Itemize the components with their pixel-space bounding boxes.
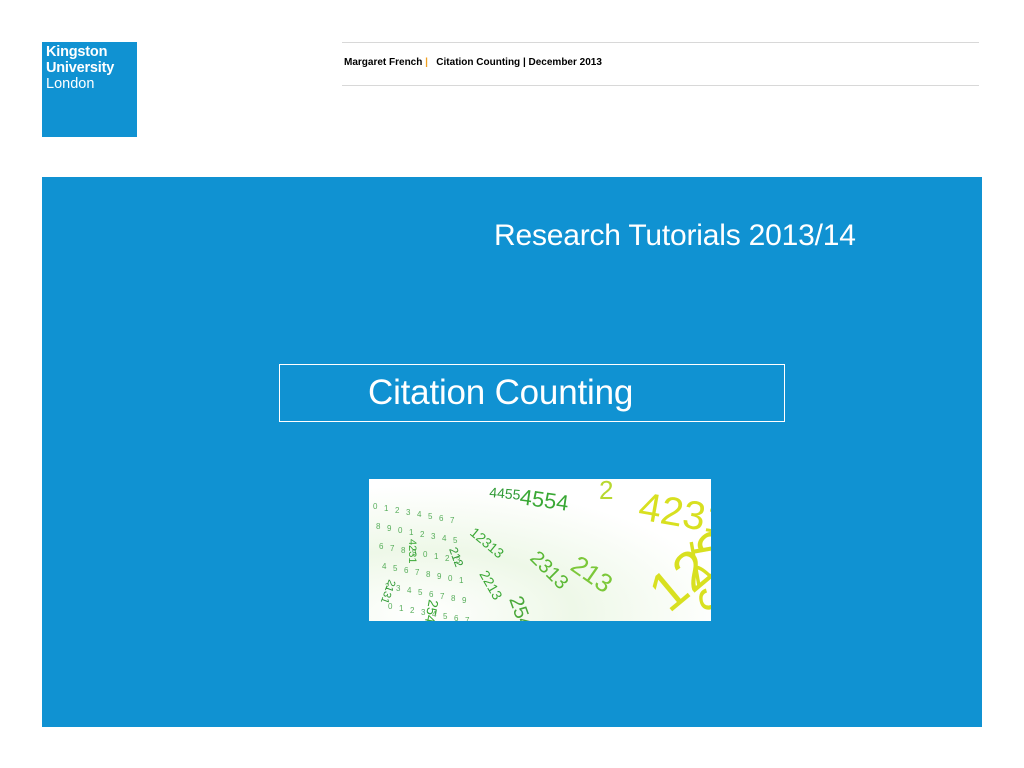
header-top-rule [342,42,979,43]
slide-title: Citation Counting [368,373,634,412]
spiral-texture-digit: 3 [456,556,461,565]
spiral-texture-digit: 9 [462,596,467,605]
spiral-texture-digit: 4 [382,562,387,571]
spiral-texture-digit: 2 [410,606,415,615]
spiral-texture-digit: 6 [454,614,459,621]
spiral-texture-digit: 4 [442,534,447,543]
spiral-texture-digit: 9 [412,548,417,557]
spiral-texture-digit: 5 [443,612,448,621]
spiral-texture-digit: 0 [448,574,453,583]
spiral-texture-digit: 5 [428,512,433,521]
logo-line-2: University [46,60,115,76]
spiral-texture-digit: 6 [379,542,384,551]
spiral-texture-digit: 3 [431,532,436,541]
spiral-texture-digit: 4 [432,610,437,619]
numbers-spiral-image: 4231 123 4554 213 2313 2545 2213 12313 4455 2545 2… [369,479,711,621]
spiral-texture-digit: 6 [404,566,409,575]
logo-line-1: Kingston [46,44,108,60]
spiral-texture-digit: 4 [417,510,422,519]
spiral-texture-digit: 7 [415,568,420,577]
spiral-texture-digit: 8 [376,522,381,531]
spiral-texture-digit: 1 [434,552,439,561]
spiral-texture-digit: 9 [387,524,392,533]
header-topic-date: Citation Counting | December 2013 [436,57,602,68]
spiral-texture-digit: 5 [393,564,398,573]
spiral-texture-digit: 0 [373,502,378,511]
spiral-texture-digit: 7 [390,544,395,553]
spiral-texture-digit: 7 [440,592,445,601]
spiral-texture-digit: 2 [395,506,400,515]
spiral-texture-digit: 2 [445,554,450,563]
numbers-spiral-graphic: 4231123455421323132545221312313445525452… [369,479,711,621]
spiral-texture-digit: 8 [451,594,456,603]
spiral-number: 4455 [489,484,522,503]
logo-line-3: London [46,76,95,92]
spiral-texture-digit: 2 [420,530,425,539]
spiral-texture-digit: 9 [437,572,442,581]
spiral-texture-digit: 6 [439,514,444,523]
header-author: Margaret French [344,57,423,68]
spiral-texture-digit: 1 [384,504,389,513]
spiral-texture-digit: 2 [385,582,390,591]
spiral-texture-digit: 5 [453,536,458,545]
spiral-texture-digit: 0 [398,526,403,535]
kingston-university-logo: Kingston University London [42,42,137,137]
spiral-texture-digit: 0 [423,550,428,559]
spiral-texture-digit: 1 [409,528,414,537]
spiral-texture-digit: 1 [399,604,404,613]
spiral-texture-digit: 1 [459,576,464,585]
spiral-texture-digit: 5 [418,588,423,597]
header-bottom-rule [342,85,979,86]
slide-subtitle: Research Tutorials 2013/14 [494,219,856,252]
spiral-number: 2 [599,479,613,505]
spiral-texture-digit: 4 [407,586,412,595]
spiral-texture-digit: 3 [396,584,401,593]
spiral-texture-digit: 7 [465,616,470,621]
slide-panel [42,177,982,727]
spiral-texture-digit: 8 [426,570,431,579]
spiral-texture-digit: 8 [401,546,406,555]
header-text: Margaret French | Citation Counting | De… [344,57,602,68]
spiral-texture-digit: 7 [450,516,455,525]
spiral-texture-digit: 3 [406,508,411,517]
spiral-texture-digit: 3 [421,608,426,617]
header-separator: | [425,57,428,68]
spiral-texture-digit: 0 [388,602,393,611]
spiral-texture-digit: 6 [429,590,434,599]
